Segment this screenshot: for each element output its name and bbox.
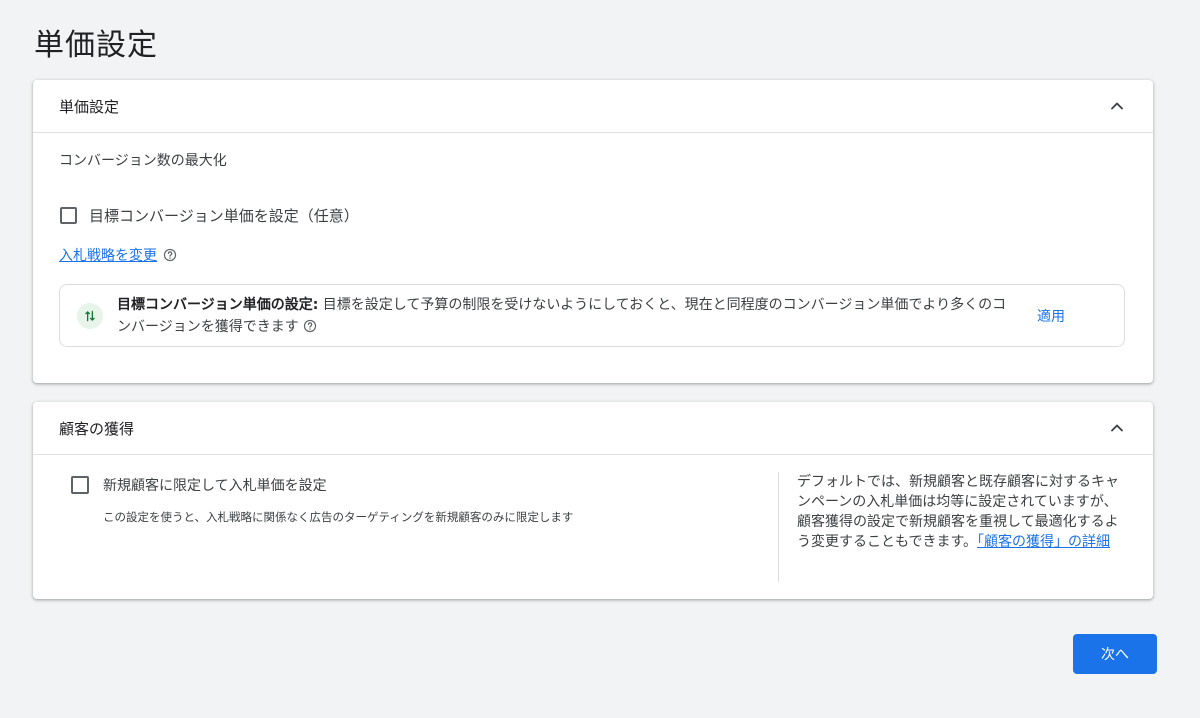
target-cpa-checkbox[interactable]: [60, 207, 77, 224]
apply-button[interactable]: 適用: [1037, 306, 1065, 326]
help-icon[interactable]: [163, 248, 177, 262]
next-button[interactable]: 次へ: [1073, 634, 1157, 674]
new-customer-checkbox[interactable]: [71, 476, 89, 494]
recommendation-title: 目標コンバージョン単価の設定:: [117, 296, 319, 313]
new-customer-description: この設定を使うと、入札戦略に関係なく広告のターゲティングを新規顧客のみに限定しま…: [103, 510, 574, 524]
customer-acquisition-help-text: デフォルトでは、新規顧客と既存顧客に対するキャンペーンの入札単価は均等に設定され…: [797, 472, 1119, 552]
recommendation-box: 目標コンバージョン単価の設定: 目標を設定して予算の制限を受けないようにしておく…: [59, 284, 1125, 347]
change-strategy-row: 入札戦略を変更: [59, 245, 177, 265]
bidding-card: 単価設定 コンバージョン数の最大化 目標コンバージョン単価を設定（任意） 入札戦…: [33, 80, 1153, 383]
swap-arrows-icon: [77, 302, 103, 329]
chevron-up-icon[interactable]: [1107, 96, 1127, 116]
customer-acquisition-card-title: 顧客の獲得: [59, 419, 135, 438]
target-cpa-checkbox-row[interactable]: 目標コンバージョン単価を設定（任意）: [60, 205, 359, 226]
customer-acquisition-card-header[interactable]: 顧客の獲得: [33, 402, 1153, 455]
page-title: 単価設定: [34, 28, 158, 63]
recommendation-text: 目標コンバージョン単価の設定: 目標を設定して予算の制限を受けないようにしておく…: [117, 294, 1017, 338]
new-customer-checkbox-label: 新規顧客に限定して入札単価を設定: [103, 478, 327, 494]
bid-strategy-text: コンバージョン数の最大化: [59, 153, 227, 169]
new-customer-checkbox-row[interactable]: 新規顧客に限定して入札単価を設定: [71, 475, 327, 495]
chevron-up-icon[interactable]: [1107, 418, 1127, 438]
bidding-card-title: 単価設定: [59, 97, 120, 116]
help-icon[interactable]: [303, 319, 317, 333]
vertical-divider: [778, 472, 779, 582]
bidding-card-header[interactable]: 単価設定: [33, 80, 1153, 133]
customer-acquisition-card: 顧客の獲得 新規顧客に限定して入札単価を設定 この設定を使うと、入札戦略に関係な…: [33, 402, 1153, 599]
target-cpa-checkbox-label: 目標コンバージョン単価を設定（任意）: [89, 207, 359, 225]
customer-acquisition-details-link[interactable]: 「顧客の獲得」の詳細: [977, 534, 1110, 550]
change-strategy-link[interactable]: 入札戦略を変更: [59, 245, 157, 265]
